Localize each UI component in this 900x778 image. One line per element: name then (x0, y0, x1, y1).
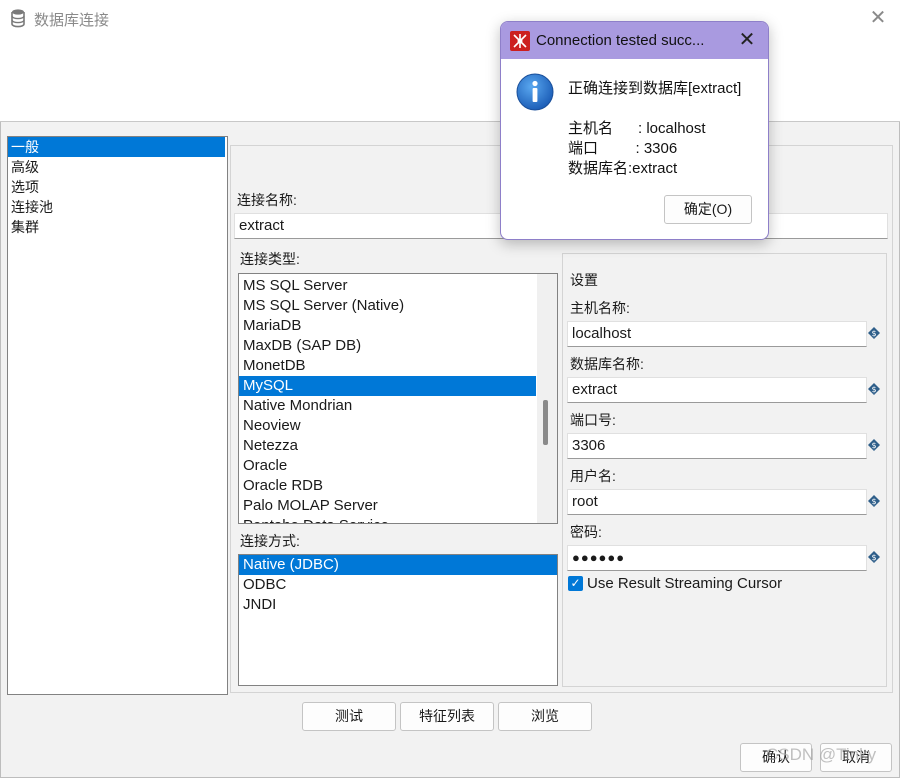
list-item[interactable]: ODBC (239, 575, 557, 595)
list-item[interactable]: MS SQL Server (239, 276, 536, 296)
password-label: 密码: (570, 524, 602, 540)
list-item-selected[interactable]: MySQL (239, 376, 536, 396)
window-title: 数据库连接 (34, 12, 110, 29)
list-item[interactable]: Palo MOLAP Server (239, 496, 536, 516)
host-input[interactable]: localhost (567, 321, 867, 347)
info-icon (516, 73, 554, 111)
password-input[interactable]: ●●●●●● (567, 545, 867, 571)
app-icon (510, 31, 530, 51)
streaming-checkbox-label[interactable]: Use Result Streaming Cursor (587, 575, 782, 592)
list-item[interactable]: Oracle RDB (239, 476, 536, 496)
list-scrollbar[interactable] (537, 274, 557, 523)
list-item-selected[interactable]: Native (JDBC) (239, 555, 557, 575)
left-nav-list: 一般 高级 选项 连接池 集群 (7, 136, 228, 695)
connection-type-list[interactable]: MS SQL Server MS SQL Server (Native) Mar… (238, 273, 558, 524)
dbname-label: 数据库名称: (570, 356, 644, 372)
database-icon (11, 9, 25, 28)
variable-icon[interactable]: $ (868, 383, 880, 395)
host-label: 主机名称: (570, 300, 630, 316)
list-item[interactable]: Oracle (239, 456, 536, 476)
list-item[interactable]: MariaDB (239, 316, 536, 336)
variable-icon[interactable]: $ (868, 551, 880, 563)
nav-item-clustering[interactable]: 集群 (8, 217, 227, 237)
dialog-port-line: 端口 : 3306 (568, 140, 678, 157)
feature-list-button[interactable]: 特征列表 (400, 702, 494, 731)
dialog-dbname-line: 数据库名:extract (568, 160, 678, 177)
dialog-host-line: 主机名 : localhost (568, 120, 706, 137)
svg-text:$: $ (871, 385, 876, 394)
nav-item-options[interactable]: 选项 (8, 177, 227, 197)
dialog-message: 正确连接到数据库[extract] (568, 80, 742, 97)
username-input[interactable]: root (567, 489, 867, 515)
svg-text:$: $ (871, 329, 876, 338)
connection-success-dialog: Connection tested succ... ✕ 正确连接到数据库[ext… (500, 21, 769, 240)
dialog-title: Connection tested succ... (536, 32, 705, 49)
list-item[interactable]: MS SQL Server (Native) (239, 296, 536, 316)
settings-title: 设置 (570, 272, 598, 288)
variable-icon[interactable]: $ (868, 495, 880, 507)
variable-icon[interactable]: $ (868, 327, 880, 339)
test-button[interactable]: 测试 (302, 702, 396, 731)
list-item[interactable]: Neoview (239, 416, 536, 436)
list-item[interactable]: Netezza (239, 436, 536, 456)
svg-text:$: $ (871, 497, 876, 506)
streaming-checkbox[interactable]: ✓ (568, 576, 583, 591)
connection-name-label: 连接名称: (237, 192, 297, 208)
list-item[interactable]: Pentaho Data Service (239, 516, 536, 523)
nav-item-advanced[interactable]: 高级 (8, 157, 227, 177)
svg-text:$: $ (871, 441, 876, 450)
window-close-button[interactable]: ✕ (867, 6, 889, 30)
access-method-label: 连接方式: (240, 533, 300, 549)
list-item[interactable]: Native Mondrian (239, 396, 536, 416)
watermark: CSDN @Tinky (766, 745, 877, 764)
list-item[interactable]: MonetDB (239, 356, 536, 376)
connection-type-label: 连接类型: (240, 251, 300, 267)
explore-button[interactable]: 浏览 (498, 702, 592, 731)
svg-text:$: $ (871, 553, 876, 562)
dialog-close-button[interactable]: ✕ (735, 27, 759, 53)
username-label: 用户名: (570, 468, 616, 484)
dialog-ok-button[interactable]: 确定(O) (664, 195, 752, 224)
nav-item-general[interactable]: 一般 (8, 137, 225, 157)
dbname-input[interactable]: extract (567, 377, 867, 403)
access-method-list[interactable]: Native (JDBC) ODBC JNDI (238, 554, 558, 686)
port-input[interactable]: 3306 (567, 433, 867, 459)
list-item[interactable]: MaxDB (SAP DB) (239, 336, 536, 356)
scrollbar-thumb[interactable] (543, 400, 548, 445)
port-label: 端口号: (570, 412, 616, 428)
nav-item-pooling[interactable]: 连接池 (8, 197, 227, 217)
variable-icon[interactable]: $ (868, 439, 880, 451)
list-item[interactable]: JNDI (239, 595, 557, 615)
